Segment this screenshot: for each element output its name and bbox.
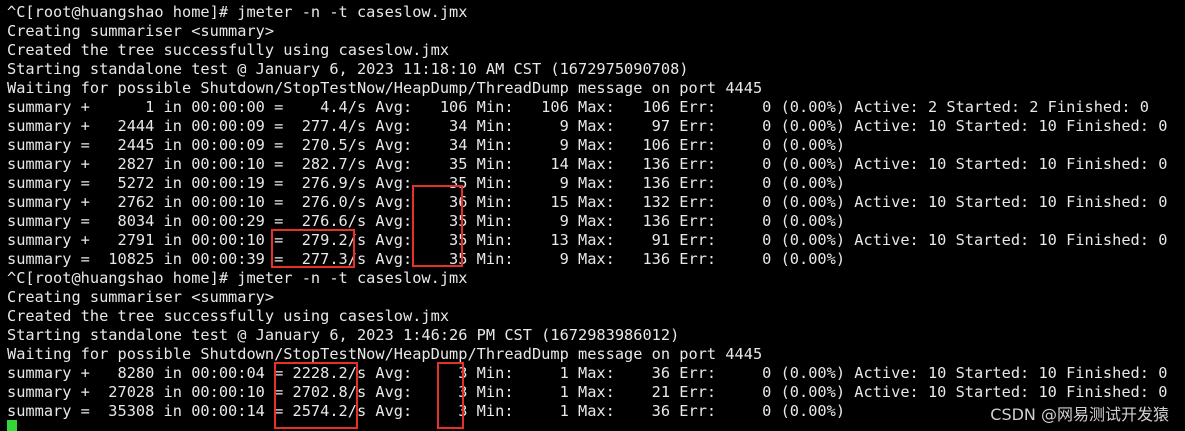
summary-line: summary = 35308 in 00:00:14 = 2574.2/s A… (7, 402, 846, 420)
terminal-line: ^C[root@huangshao home]# jmeter -n -t ca… (7, 3, 468, 21)
terminal-window[interactable]: ^C[root@huangshao home]# jmeter -n -t ca… (0, 0, 1185, 431)
terminal-line: Created the tree successfully using case… (7, 307, 450, 325)
terminal-line: ^C[root@huangshao home]# jmeter -n -t ca… (7, 269, 468, 287)
watermark: CSDN @网易测试开发猿 (990, 405, 1169, 424)
summary-line: summary + 8280 in 00:00:04 = 2228.2/s Av… (7, 364, 1168, 382)
terminal-line: Waiting for possible Shutdown/StopTestNo… (7, 345, 763, 363)
terminal-line: Creating summariser <summary> (7, 22, 275, 40)
terminal-line: Creating summariser <summary> (7, 288, 275, 306)
terminal-line: Waiting for possible Shutdown/StopTestNo… (7, 79, 763, 97)
terminal-line: Created the tree successfully using case… (7, 41, 450, 59)
terminal-line: Starting standalone test @ January 6, 20… (7, 60, 689, 78)
summary-line: summary + 2444 in 00:00:09 = 277.4/s Avg… (7, 117, 1168, 135)
summary-line: summary + 2762 in 00:00:10 = 276.0/s Avg… (7, 193, 1168, 211)
terminal-line: Starting standalone test @ January 6, 20… (7, 326, 680, 344)
avg-highlight-box (437, 362, 464, 429)
avg-highlight-box (412, 185, 463, 267)
summary-line: summary + 2827 in 00:00:10 = 282.7/s Avg… (7, 155, 1168, 173)
terminal-cursor (7, 420, 17, 431)
throughput-highlight-box (274, 362, 358, 429)
summary-line: summary + 27028 in 00:00:10 = 2702.8/s A… (7, 383, 1168, 401)
summary-line: summary + 1 in 00:00:00 = 4.4/s Avg: 106… (7, 98, 1149, 116)
summary-line: summary = 2445 in 00:00:09 = 270.5/s Avg… (7, 136, 846, 154)
summary-line: summary + 2791 in 00:00:10 = 279.2/s Avg… (7, 231, 1168, 249)
throughput-highlight-box (271, 229, 355, 268)
